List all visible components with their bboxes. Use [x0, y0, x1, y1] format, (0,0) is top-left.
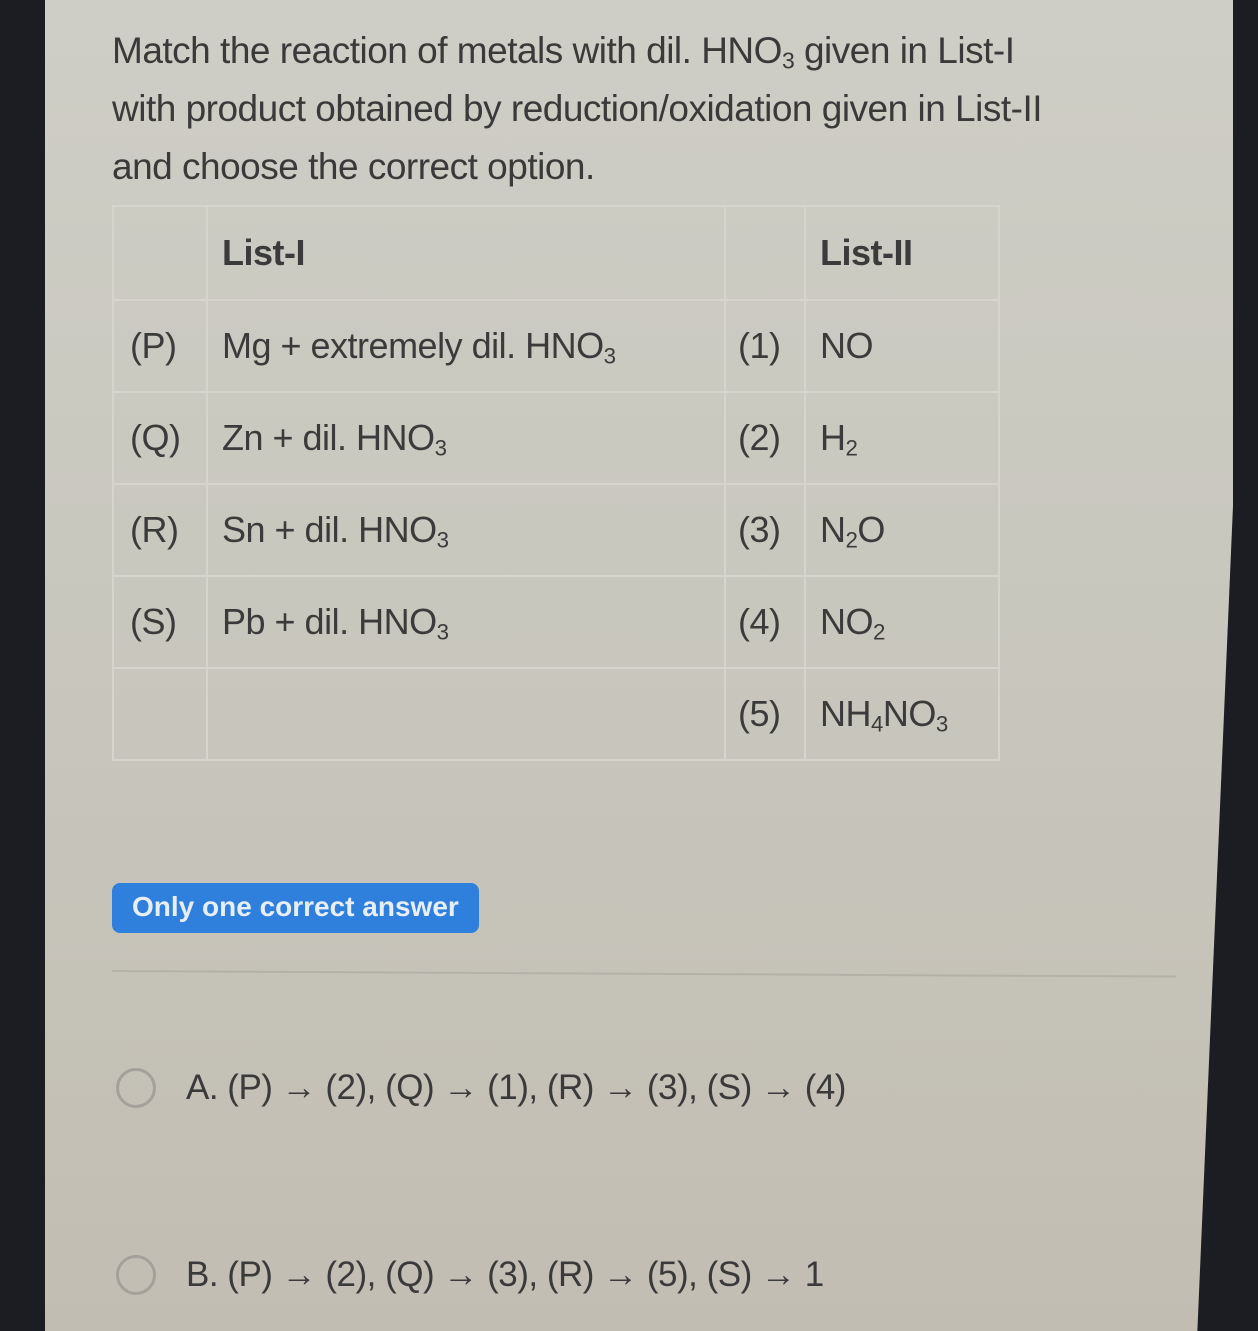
option-a-label: A. (P) → (2), (Q) → (1), (R) → (3), (S) … — [186, 1068, 846, 1107]
product-cell: N2O — [804, 483, 1000, 577]
row-label: (S) — [112, 575, 208, 669]
subscript: 3 — [436, 619, 449, 645]
product-text: O — [857, 509, 885, 550]
product-number: (3) — [724, 483, 806, 577]
row-label: (R) — [112, 483, 208, 577]
reactant-cell — [206, 667, 726, 761]
question-text: Match the reaction of metals with dil. H… — [112, 22, 1222, 196]
subscript: 3 — [434, 435, 447, 461]
header-blank-cell — [724, 205, 806, 301]
reactant-text: Pb + dil. HNO — [222, 601, 437, 642]
product-cell: NO — [804, 299, 1000, 393]
option-b[interactable]: B. (P) → (2), (Q) → (3), (R) → (5), (S) … — [116, 1255, 824, 1295]
row-label — [112, 667, 208, 761]
header-list-2: List-II — [804, 205, 1000, 301]
option-a[interactable]: A. (P) → (2), (Q) → (1), (R) → (3), (S) … — [116, 1068, 846, 1108]
product-text: NH — [820, 693, 872, 734]
reactant-text: Mg + extremely dil. HNO — [222, 325, 604, 366]
product-number: (1) — [724, 299, 806, 393]
header-blank-cell — [112, 205, 208, 301]
product-cell: NO2 — [804, 575, 1000, 669]
subscript: 4 — [871, 711, 883, 737]
reactant-cell: Zn + dil. HNO3 — [206, 391, 726, 485]
question-line-3: and choose the correct option. — [112, 146, 595, 187]
subscript: 2 — [845, 527, 858, 553]
row-label: (P) — [112, 299, 208, 393]
subscript: 3 — [603, 343, 616, 369]
table-row: (P) Mg + extremely dil. HNO3 (1) NO — [112, 299, 1000, 393]
question-line-1: Match the reaction of metals with dil. H… — [112, 22, 1222, 80]
subscript: 2 — [873, 619, 885, 645]
option-b-label: B. (P) → (2), (Q) → (3), (R) → (5), (S) … — [186, 1255, 824, 1294]
reactant-cell: Mg + extremely dil. HNO3 — [206, 299, 726, 393]
answer-type-badge: Only one correct answer — [112, 883, 479, 933]
product-cell: NH4NO3 — [804, 667, 1000, 761]
product-cell: H2 — [804, 391, 1000, 485]
table-row: (S) Pb + dil. HNO3 (4) NO2 — [112, 575, 1000, 669]
question-line-1-tail: given in List-I — [794, 30, 1015, 71]
subscript: 3 — [781, 47, 795, 74]
product-text: N — [820, 509, 846, 550]
table-header-row: List-I List-II — [112, 205, 1000, 301]
table-row: (R) Sn + dil. HNO3 (3) N2O — [112, 483, 1000, 577]
reactant-text: Zn + dil. HNO — [222, 417, 435, 458]
question-line-1-text: Match the reaction of metals with dil. H… — [112, 30, 782, 71]
radio-empty-icon[interactable] — [116, 1255, 156, 1295]
header-list-1: List-I — [206, 205, 726, 301]
table-row: (5) NH4NO3 — [112, 667, 1000, 761]
product-text: NO — [882, 693, 937, 734]
match-table: List-I List-II (P) Mg + extremely dil. H… — [112, 205, 1000, 761]
question-line-2: with product obtained by reduction/oxida… — [112, 88, 1043, 129]
product-text: NO — [820, 601, 874, 642]
table-row: (Q) Zn + dil. HNO3 (2) H2 — [112, 391, 1000, 485]
reactant-cell: Pb + dil. HNO3 — [206, 575, 726, 669]
reactant-text: Sn + dil. HNO — [222, 509, 437, 550]
product-number: (5) — [724, 667, 806, 761]
reactant-cell: Sn + dil. HNO3 — [206, 483, 726, 577]
product-number: (4) — [724, 575, 806, 669]
subscript: 3 — [935, 711, 948, 737]
radio-empty-icon[interactable] — [116, 1068, 156, 1108]
product-text: H — [820, 417, 846, 458]
product-number: (2) — [724, 391, 806, 485]
product-text: NO — [820, 325, 874, 366]
row-label: (Q) — [112, 391, 208, 485]
subscript: 3 — [436, 527, 449, 553]
subscript: 2 — [845, 435, 858, 461]
